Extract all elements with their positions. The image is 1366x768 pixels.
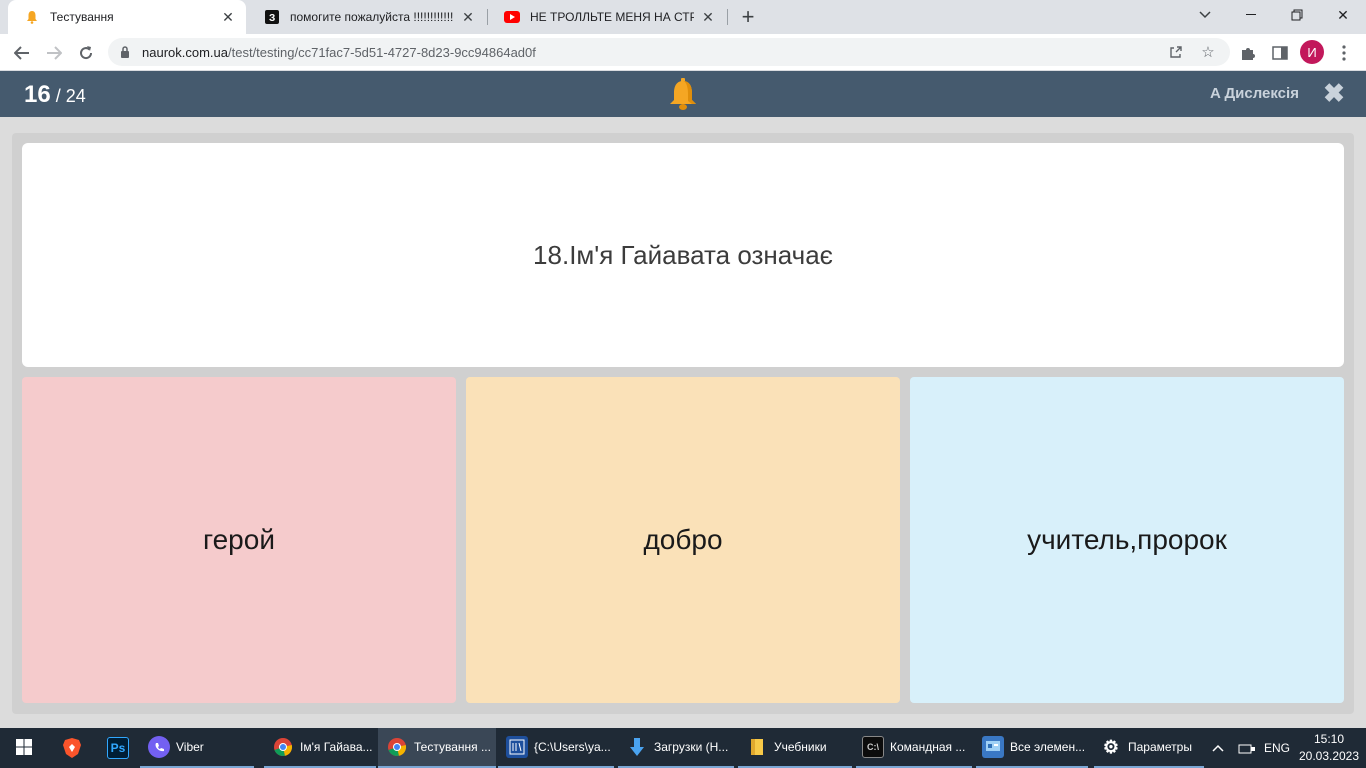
font-a-icon: A	[1210, 85, 1221, 102]
taskbar-chrome-1[interactable]: Ім'я Гайава...	[264, 728, 376, 768]
taskbar-brave[interactable]	[48, 728, 96, 768]
svg-text:З: З	[269, 13, 275, 24]
taskbar-label: Учебники	[774, 740, 827, 754]
minimize-button[interactable]	[1228, 0, 1274, 30]
answer-option-1[interactable]: герой	[22, 377, 456, 703]
taskbar-folder[interactable]: Учебники	[738, 728, 852, 768]
tray-chevron-icon[interactable]	[1212, 728, 1224, 768]
answer-text: добро	[643, 524, 723, 555]
lock-icon[interactable]	[120, 46, 134, 58]
tab-znanija[interactable]: З помогите пожалуйста !!!!!!!!!!!!!!!!!!…	[248, 0, 486, 34]
language-indicator[interactable]: ENG	[1264, 728, 1290, 768]
taskbar-photoshop[interactable]: Ps	[96, 728, 140, 768]
side-panel-icon[interactable]	[1266, 39, 1294, 67]
browser-toolbar: naurok.com.ua/test/testing/cc71fac7-5d51…	[0, 34, 1366, 71]
tab-search-chevron-icon[interactable]	[1182, 0, 1228, 30]
taskbar-label: Viber	[176, 740, 204, 754]
url-text: naurok.com.ua/test/testing/cc71fac7-5d51…	[142, 44, 536, 60]
clock-date: 20.03.2023	[1298, 749, 1360, 763]
answer-text: герой	[203, 524, 275, 555]
taskbar-viber[interactable]: Viber	[140, 728, 254, 768]
chrome-icon	[386, 736, 408, 758]
windows-taskbar: Ps Viber Ім'я Гайава... Тестування ... {…	[0, 728, 1366, 768]
close-quiz-icon[interactable]: ✖	[1320, 78, 1348, 108]
restore-button[interactable]	[1274, 0, 1320, 30]
tab-separator	[727, 9, 728, 25]
extensions-puzzle-icon[interactable]	[1234, 39, 1262, 67]
settings-gear-icon: ⚙	[1102, 736, 1120, 757]
kebab-menu-icon[interactable]	[1330, 39, 1358, 67]
network-icon[interactable]	[1238, 728, 1256, 768]
brave-icon	[61, 737, 83, 759]
download-icon	[626, 736, 648, 758]
cmd-icon: C:\	[862, 736, 884, 758]
taskbar-downloads[interactable]: Загрузки (Н...	[618, 728, 734, 768]
bell-icon	[667, 77, 699, 111]
share-icon[interactable]	[1162, 38, 1190, 66]
tab-title: НЕ ТРОЛЛЬТЕ МЕНЯ НА СТРИМЕ	[530, 10, 694, 24]
taskbar-label: Параметры	[1128, 740, 1192, 754]
tab-youtube[interactable]: НЕ ТРОЛЛЬТЕ МЕНЯ НА СТРИМЕ ✕	[488, 0, 726, 34]
photoshop-icon: Ps	[107, 737, 129, 759]
taskbar-label: Ім'я Гайава...	[300, 740, 373, 754]
close-tab-icon[interactable]: ✕	[460, 9, 476, 25]
question-card: 18.Ім'я Гайавата означає	[22, 143, 1344, 367]
taskbar-label: {C:\Users\ya...	[534, 740, 611, 754]
question-counter: 16 / 24	[24, 81, 86, 108]
new-tab-button[interactable]: +	[736, 4, 760, 30]
viber-icon	[148, 736, 170, 758]
taskbar-label: Тестування ...	[414, 740, 491, 754]
clock-time: 15:10	[1313, 732, 1345, 746]
chrome-icon	[272, 736, 294, 758]
reload-icon[interactable]	[72, 39, 100, 67]
close-tab-icon[interactable]: ✕	[220, 9, 236, 25]
tab-title: помогите пожалуйста !!!!!!!!!!!!!!!!!!!!	[290, 10, 454, 24]
browser-tab-strip: Тестування ✕ З помогите пожалуйста !!!!!…	[0, 0, 1366, 34]
dyslexia-label: Дислексія	[1224, 85, 1299, 102]
profile-avatar[interactable]: И	[1300, 40, 1324, 64]
quiz-header: 16 / 24 A Дислексія ✖	[0, 71, 1366, 117]
windows-start-icon	[16, 738, 32, 758]
bookmark-star-icon[interactable]: ☆	[1194, 38, 1222, 66]
answer-option-2[interactable]: добро	[466, 377, 900, 703]
dyslexia-toggle[interactable]: A Дислексія	[1210, 85, 1299, 102]
start-button[interactable]	[0, 728, 48, 768]
taskbar-control-panel[interactable]: Все элемен...	[976, 728, 1088, 768]
answer-option-3[interactable]: учитель,пророк	[910, 377, 1344, 703]
forward-arrow-icon[interactable]	[40, 39, 68, 67]
taskbar-cmd[interactable]: C:\ Командная ...	[856, 728, 972, 768]
youtube-icon	[504, 9, 520, 25]
control-panel-icon	[982, 736, 1004, 758]
answer-text: учитель,пророк	[1027, 524, 1227, 555]
editor-icon	[506, 736, 528, 758]
close-tab-icon[interactable]: ✕	[700, 9, 716, 25]
folder-icon	[746, 736, 768, 758]
taskbar-label: Все элемен...	[1010, 740, 1086, 754]
taskbar-clock[interactable]: 15:10 20.03.2023	[1298, 731, 1360, 765]
address-bar[interactable]: naurok.com.ua/test/testing/cc71fac7-5d51…	[108, 38, 1230, 66]
taskbar-label: Загрузки (Н...	[654, 740, 729, 754]
back-arrow-icon[interactable]	[8, 39, 36, 67]
tab-testing[interactable]: Тестування ✕	[8, 0, 246, 34]
taskbar-settings[interactable]: ⚙ Параметры	[1094, 728, 1204, 768]
close-window-button[interactable]: ✕	[1320, 0, 1366, 30]
bell-icon	[24, 9, 40, 25]
taskbar-editor[interactable]: {C:\Users\ya...	[498, 728, 614, 768]
taskbar-label: Командная ...	[890, 740, 966, 754]
znanija-icon: З	[264, 9, 280, 25]
question-text: 18.Ім'я Гайавата означає	[533, 239, 833, 270]
taskbar-chrome-2[interactable]: Тестування ...	[378, 728, 496, 768]
tab-title: Тестування	[50, 10, 114, 24]
